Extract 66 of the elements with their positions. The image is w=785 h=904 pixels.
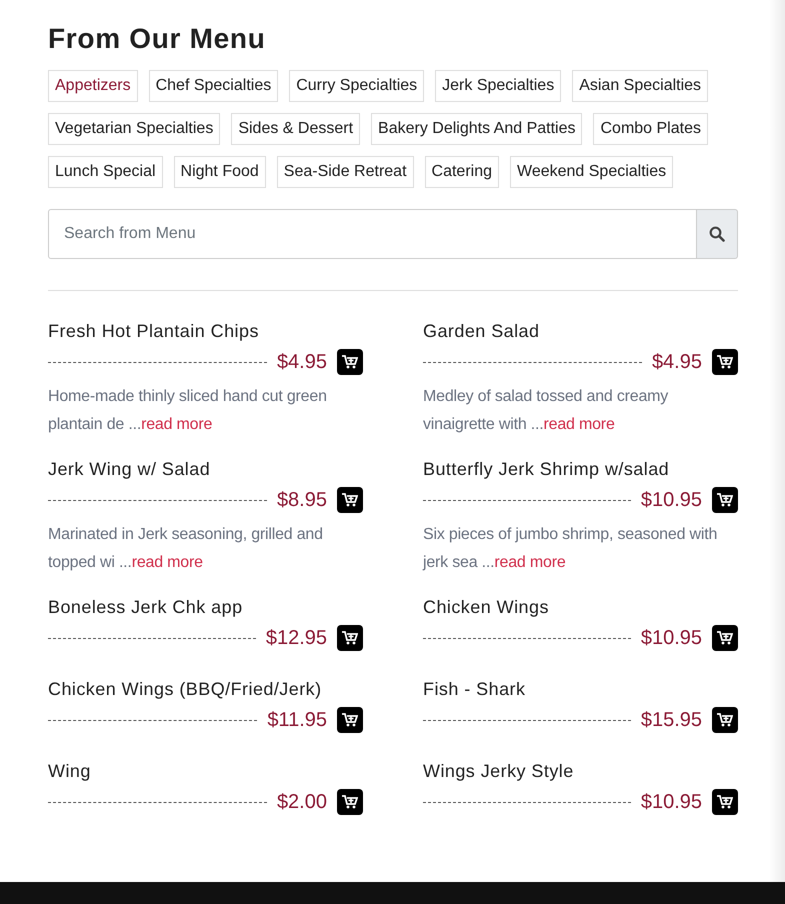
item-name: Boneless Jerk Chk app xyxy=(48,596,244,619)
category-tab[interactable]: Asian Specialties xyxy=(572,70,708,102)
add-to-cart-button[interactable] xyxy=(712,789,738,815)
category-tab[interactable]: Sides & Dessert xyxy=(231,113,360,145)
category-tab[interactable]: Combo Plates xyxy=(593,113,708,145)
cart-plus-icon xyxy=(342,493,358,507)
item-price: $10.95 xyxy=(640,488,702,513)
item-price: $10.95 xyxy=(640,790,702,815)
add-to-cart-button[interactable] xyxy=(337,487,363,513)
item-price: $10.95 xyxy=(640,626,702,651)
add-to-cart-button[interactable] xyxy=(712,349,738,375)
item-price: $4.95 xyxy=(652,350,702,375)
category-tab[interactable]: Curry Specialties xyxy=(289,70,424,102)
item-name: Butterfly Jerk Shrimp w/salad xyxy=(423,458,670,481)
cart-plus-icon xyxy=(342,713,358,727)
add-to-cart-button[interactable] xyxy=(712,625,738,651)
item-name: Fresh Hot Plantain Chips xyxy=(48,320,260,343)
item-name: Garden Salad xyxy=(423,320,540,343)
category-tab[interactable]: Catering xyxy=(424,156,499,188)
read-more-link[interactable]: read more xyxy=(141,416,212,433)
item-price: $8.95 xyxy=(276,488,327,513)
category-tab[interactable]: Appetizers xyxy=(48,70,138,102)
item-name: Chicken Wings xyxy=(423,596,550,619)
section-title: From Our Menu xyxy=(48,22,267,56)
cart-plus-icon xyxy=(717,355,733,369)
search-field[interactable]: Search from Menu xyxy=(48,209,697,259)
category-tab[interactable]: Night Food xyxy=(174,156,266,188)
item-description: Medley of salad tossed and creamy vinaigrette with ...read more xyxy=(423,387,670,435)
search-button[interactable] xyxy=(697,209,738,259)
item-name: Chicken Wings (BBQ/Fried/Jerk) xyxy=(48,678,323,701)
item-description: Six pieces of jumbo shrimp, seasoned with jerk sea ...read more xyxy=(423,525,718,573)
item-description: Marinated in Jerk seasoning, grilled and topped wi ...read more xyxy=(48,525,324,573)
cart-plus-icon xyxy=(717,795,733,809)
item-price: $4.95 xyxy=(276,350,327,375)
category-tab[interactable]: Weekend Specialties xyxy=(510,156,674,188)
cart-plus-icon xyxy=(342,795,358,809)
item-description: Home-made thinly sliced hand cut green plantain de ...read more xyxy=(48,387,328,435)
add-to-cart-button[interactable] xyxy=(337,789,363,815)
add-to-cart-button[interactable] xyxy=(337,625,363,651)
search-icon xyxy=(709,226,725,242)
add-to-cart-button[interactable] xyxy=(337,349,363,375)
cart-plus-icon xyxy=(717,631,733,645)
cart-plus-icon xyxy=(717,493,733,507)
item-name: Wing xyxy=(48,760,92,783)
read-more-link[interactable]: read more xyxy=(544,416,615,433)
cart-plus-icon xyxy=(717,713,733,727)
category-tab[interactable]: Sea-Side Retreat xyxy=(276,156,414,188)
item-price: $15.95 xyxy=(640,708,702,733)
read-more-link[interactable]: read more xyxy=(132,554,203,571)
item-name: Fish - Shark xyxy=(423,678,526,701)
read-more-link[interactable]: read more xyxy=(494,554,566,571)
cart-plus-icon xyxy=(342,631,358,645)
add-to-cart-button[interactable] xyxy=(712,707,738,733)
category-tab[interactable]: Vegetarian Specialties xyxy=(48,113,220,145)
add-to-cart-button[interactable] xyxy=(712,487,738,513)
item-name: Jerk Wing w/ Salad xyxy=(48,458,212,481)
category-tab[interactable]: Chef Specialties xyxy=(148,70,278,102)
category-tab[interactable]: Jerk Specialties xyxy=(435,70,562,102)
add-to-cart-button[interactable] xyxy=(337,707,363,733)
cart-plus-icon xyxy=(342,355,358,369)
category-tab[interactable]: Bakery Delights And Patties xyxy=(371,113,582,145)
item-name: Wings Jerky Style xyxy=(423,760,575,783)
category-tab[interactable]: Lunch Special xyxy=(48,156,163,188)
item-price: $12.95 xyxy=(266,626,327,651)
item-price: $11.95 xyxy=(267,708,327,733)
item-price: $2.00 xyxy=(276,790,327,815)
